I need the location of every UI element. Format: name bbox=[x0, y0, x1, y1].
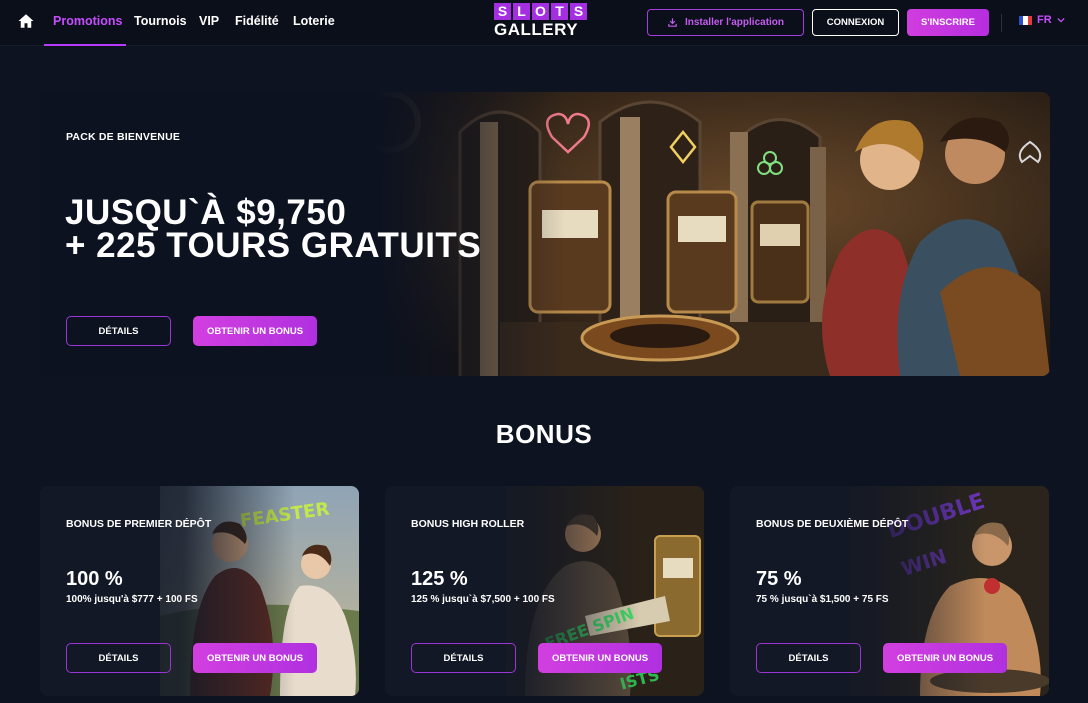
bonus-card-get-bonus-button[interactable]: OBTENIR UN BONUS bbox=[883, 643, 1007, 673]
bonus-card-title: BONUS DE PREMIER DÉPÔT bbox=[66, 518, 212, 530]
bonus-card-get-bonus-button[interactable]: OBTENIR UN BONUS bbox=[538, 643, 662, 673]
signup-button[interactable]: S'INSCRIRE bbox=[907, 9, 989, 36]
bonus-card-description: 100% jusqu'à $777 + 100 FS bbox=[66, 594, 198, 605]
nav-fidelite[interactable]: Fidélité bbox=[235, 14, 279, 28]
logo-letter: L bbox=[513, 3, 530, 20]
bonus-section-title: BONUS bbox=[495, 419, 593, 449]
bonus-card-first-deposit: FEASTER BONUS DE PREMIER DÉPÔT 100 % 100… bbox=[40, 486, 359, 696]
install-app-button[interactable]: Installer l'application bbox=[647, 9, 804, 36]
logo-letter: S bbox=[570, 3, 587, 20]
site-logo[interactable]: SLOTS GALLERY bbox=[494, 3, 590, 43]
logo-letter: T bbox=[551, 3, 568, 20]
nav-tournois[interactable]: Tournois bbox=[134, 14, 187, 28]
hero-get-bonus-button[interactable]: OBTENIR UN BONUS bbox=[193, 316, 317, 346]
france-flag-icon bbox=[1019, 15, 1032, 25]
logo-gallery: GALLERY bbox=[494, 20, 579, 39]
home-icon[interactable] bbox=[17, 12, 35, 30]
language-selector[interactable]: FR bbox=[1019, 14, 1065, 26]
bonus-card-percent: 75 % bbox=[756, 568, 802, 590]
bonus-card-title: BONUS DE DEUXIÈME DÉPÔT bbox=[756, 518, 909, 530]
install-app-label: Installer l'application bbox=[684, 17, 785, 28]
hero-title-line2: + 225 TOURS GRATUITS bbox=[65, 226, 482, 265]
language-label: FR bbox=[1037, 14, 1052, 26]
bonus-card-title: BONUS HIGH ROLLER bbox=[411, 518, 525, 530]
logo-letter: S bbox=[494, 3, 511, 20]
bonus-card-high-roller: FREE SPIN ISTS BONUS HIGH ROLLER 125 % 1… bbox=[385, 486, 704, 696]
bonus-card-details-button[interactable]: DÉTAILS bbox=[756, 643, 861, 673]
top-header: Promotions Tournois VIP Fidélité Loterie… bbox=[0, 0, 1088, 46]
bonus-card-description: 125 % jusqu`à $7,500 + 100 FS bbox=[411, 594, 555, 605]
chevron-down-icon bbox=[1057, 17, 1065, 23]
nav-vip[interactable]: VIP bbox=[199, 14, 219, 28]
logo-slots: SLOTS bbox=[494, 3, 590, 20]
bonus-card-details-button[interactable]: DÉTAILS bbox=[66, 643, 171, 673]
bonus-card-percent: 125 % bbox=[411, 568, 468, 590]
hero-details-button[interactable]: DÉTAILS bbox=[66, 316, 171, 346]
bonus-card-details-button[interactable]: DÉTAILS bbox=[411, 643, 516, 673]
download-icon bbox=[668, 18, 677, 27]
bonus-card-get-bonus-button[interactable]: OBTENIR UN BONUS bbox=[193, 643, 317, 673]
header-divider bbox=[1001, 14, 1002, 32]
logo-letter: O bbox=[532, 3, 549, 20]
login-button[interactable]: CONNEXION bbox=[812, 9, 899, 36]
welcome-pack-banner: PACK DE BIENVENUE JUSQU`À $9,750 + 225 T… bbox=[40, 92, 1050, 376]
active-nav-indicator bbox=[44, 44, 126, 46]
nav-promotions[interactable]: Promotions bbox=[53, 14, 122, 28]
nav-loterie[interactable]: Loterie bbox=[293, 14, 335, 28]
bonus-card-second-deposit: DOUBLE WIN BONUS DE DEUXIÈME DÉPÔT 75 % … bbox=[730, 486, 1049, 696]
bonus-card-percent: 100 % bbox=[66, 568, 123, 590]
bonus-card-description: 75 % jusqu`à $1,500 + 75 FS bbox=[756, 594, 889, 605]
hero-subtitle: PACK DE BIENVENUE bbox=[66, 131, 181, 143]
